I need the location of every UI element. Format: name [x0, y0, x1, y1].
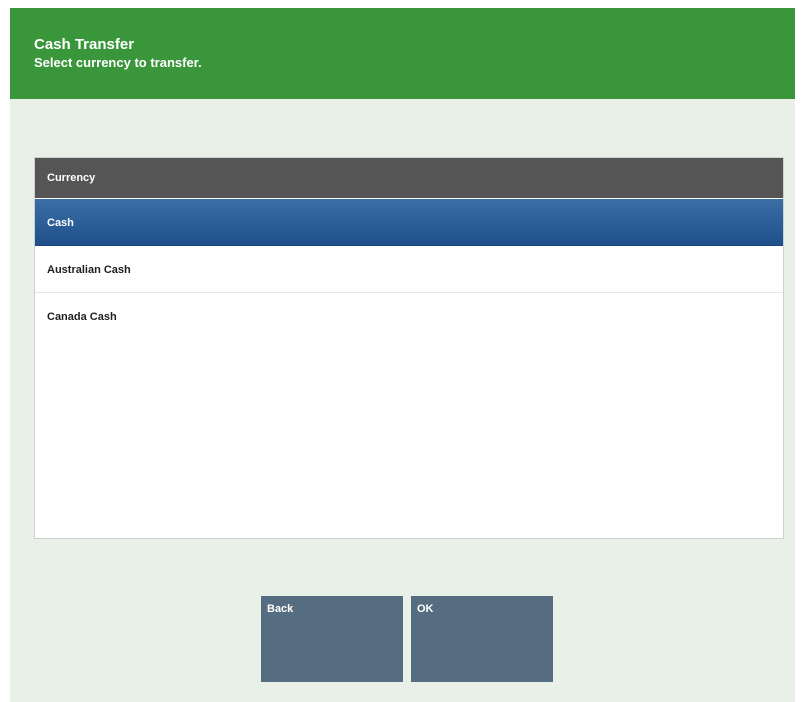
- page-title: Cash Transfer: [34, 36, 135, 53]
- list-item-label: Canada Cash: [47, 311, 117, 323]
- currency-list: Currency Cash Australian Cash Canada Cas…: [34, 157, 784, 539]
- title-bar: Cash Transfer Select currency to transfe…: [10, 8, 795, 99]
- back-button-label: Back: [267, 603, 294, 615]
- list-item-australian-cash[interactable]: Australian Cash: [35, 246, 783, 293]
- page-instructions: Select currency to transfer.: [34, 55, 202, 70]
- list-item-canada-cash[interactable]: Canada Cash: [35, 293, 783, 340]
- back-button[interactable]: Back: [261, 596, 403, 682]
- list-item-cash[interactable]: Cash: [35, 199, 783, 246]
- column-header-currency: Currency: [35, 158, 783, 198]
- screen: Cash Transfer Select currency to transfe…: [10, 8, 795, 702]
- column-header-label: Currency: [47, 172, 96, 184]
- list-item-label: Australian Cash: [47, 264, 131, 276]
- ok-button-label: OK: [417, 603, 434, 615]
- list-item-label: Cash: [47, 217, 74, 229]
- ok-button[interactable]: OK: [411, 596, 553, 682]
